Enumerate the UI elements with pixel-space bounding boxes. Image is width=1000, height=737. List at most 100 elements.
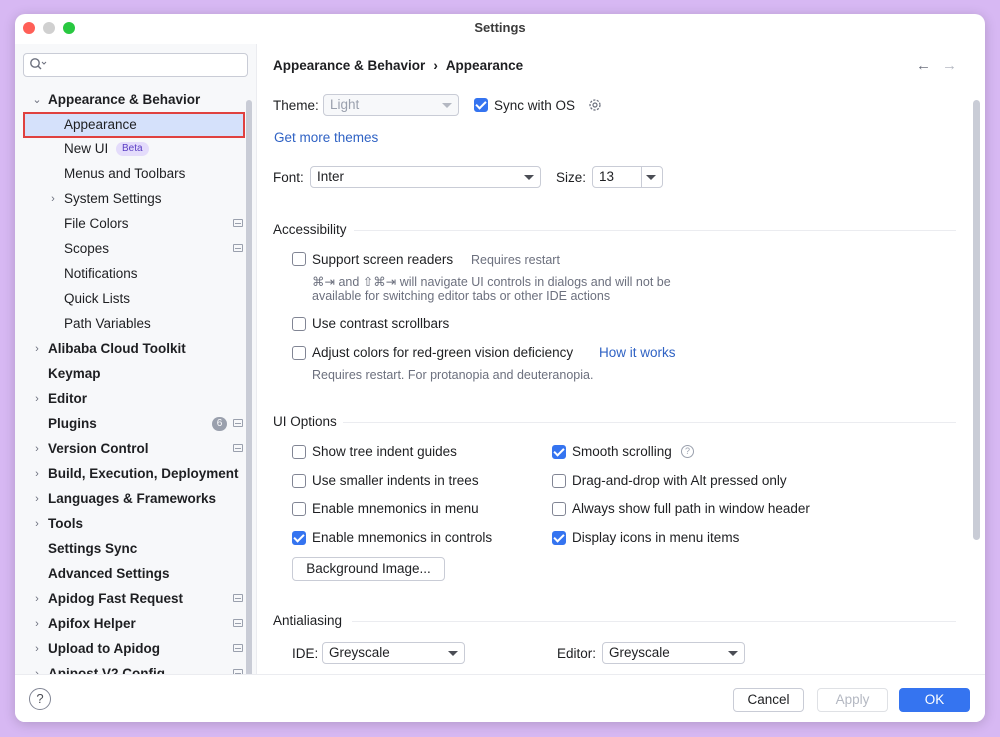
screen-readers-description: available for switching editor tabs or o… bbox=[312, 289, 611, 303]
tree-item-system-settings[interactable]: › System Settings bbox=[15, 187, 243, 211]
chevron-right-icon[interactable]: › bbox=[31, 487, 43, 511]
title-bar: Settings bbox=[15, 14, 985, 44]
tree-item-editor[interactable]: › Editor bbox=[15, 387, 243, 411]
breadcrumb: Appearance & Behavior › Appearance bbox=[273, 58, 523, 73]
chevron-right-icon[interactable]: › bbox=[31, 587, 43, 611]
tree-item-file-colors[interactable]: File Colors bbox=[15, 212, 243, 236]
theme-value: Light bbox=[330, 97, 360, 112]
tree-item-notifications[interactable]: Notifications bbox=[15, 262, 243, 286]
dialog-footer: ? Cancel Apply OK bbox=[15, 674, 985, 722]
tree-item-path-variables[interactable]: Path Variables bbox=[15, 312, 243, 336]
chevron-down-icon[interactable]: ⌄ bbox=[31, 88, 43, 112]
tree-item-languages-frameworks[interactable]: › Languages & Frameworks bbox=[15, 487, 243, 511]
chevron-right-icon[interactable]: › bbox=[31, 462, 43, 486]
chevron-right-icon[interactable]: › bbox=[31, 437, 43, 461]
tree-item-menus-toolbars[interactable]: Menus and Toolbars bbox=[15, 162, 243, 186]
mnemonics-controls-label: Enable mnemonics in controls bbox=[312, 530, 493, 545]
how-it-works-link[interactable]: How it works bbox=[599, 345, 676, 360]
chevron-right-icon[interactable]: › bbox=[31, 637, 43, 661]
theme-dropdown[interactable]: Light bbox=[323, 94, 459, 116]
screen-readers-checkbox[interactable] bbox=[292, 252, 306, 266]
settings-window: Settings ⌄ Appearance & Behavior Appeara… bbox=[15, 14, 985, 722]
color-deficiency-note: Requires restart. For protanopia and deu… bbox=[312, 368, 594, 382]
tree-item-new-ui[interactable]: New UI Beta bbox=[15, 137, 243, 161]
plugins-update-count: 6 bbox=[212, 417, 227, 431]
font-size-combo[interactable]: 13 bbox=[592, 166, 663, 188]
chevron-right-icon[interactable]: › bbox=[31, 387, 43, 411]
chevron-down-icon bbox=[524, 175, 534, 180]
full-path-header-label: Always show full path in window header bbox=[572, 501, 810, 516]
tree-indent-guides-checkbox[interactable] bbox=[292, 445, 306, 459]
chevron-down-icon[interactable] bbox=[646, 175, 656, 180]
sync-with-os-checkbox[interactable] bbox=[474, 98, 488, 112]
tree-item-quick-lists[interactable]: Quick Lists bbox=[15, 287, 243, 311]
accessibility-section-title: Accessibility bbox=[273, 222, 347, 237]
chevron-right-icon[interactable]: › bbox=[31, 612, 43, 636]
tree-item-version-control[interactable]: › Version Control bbox=[15, 437, 243, 461]
tree-item-advanced-settings[interactable]: Advanced Settings bbox=[15, 562, 243, 586]
search-input[interactable] bbox=[23, 53, 248, 77]
tree-item-apifox-helper[interactable]: › Apifox Helper bbox=[15, 612, 243, 636]
tree-item-keymap[interactable]: Keymap bbox=[15, 362, 243, 386]
mnemonics-menu-checkbox[interactable] bbox=[292, 502, 306, 516]
smaller-indents-label: Use smaller indents in trees bbox=[312, 473, 479, 488]
mnemonics-controls-checkbox[interactable] bbox=[292, 531, 306, 545]
theme-label: Theme: bbox=[273, 98, 319, 113]
help-button[interactable]: ? bbox=[29, 688, 51, 710]
apply-button[interactable]: Apply bbox=[817, 688, 888, 712]
cancel-button[interactable]: Cancel bbox=[733, 688, 804, 712]
chevron-down-icon bbox=[448, 651, 458, 656]
chevron-right-icon[interactable]: › bbox=[47, 187, 59, 211]
drag-drop-alt-checkbox[interactable] bbox=[552, 474, 566, 488]
tree-item-apidog-fast-request[interactable]: › Apidog Fast Request bbox=[15, 587, 243, 611]
forward-arrow-icon[interactable]: → bbox=[942, 57, 957, 74]
chevron-right-icon[interactable]: › bbox=[31, 337, 43, 361]
smooth-scrolling-label: Smooth scrolling bbox=[572, 444, 672, 459]
tree-item-tools[interactable]: › Tools bbox=[15, 512, 243, 536]
display-icons-checkbox[interactable] bbox=[552, 531, 566, 545]
font-value: Inter bbox=[317, 169, 345, 184]
editor-antialiasing-label: Editor: bbox=[557, 646, 597, 661]
tree-item-plugins[interactable]: Plugins 6 bbox=[15, 412, 243, 436]
full-path-header-checkbox[interactable] bbox=[552, 502, 566, 516]
project-scope-icon bbox=[233, 219, 243, 227]
back-arrow-icon[interactable]: ← bbox=[916, 57, 931, 74]
tree-item-scopes[interactable]: Scopes bbox=[15, 237, 243, 261]
project-scope-icon bbox=[233, 244, 243, 252]
window-title: Settings bbox=[474, 20, 526, 35]
screen-readers-label: Support screen readers bbox=[312, 252, 454, 267]
tree-item-appearance[interactable]: Appearance bbox=[23, 112, 245, 138]
project-scope-icon bbox=[233, 594, 243, 602]
color-deficiency-checkbox[interactable] bbox=[292, 346, 306, 360]
chevron-right-icon[interactable]: › bbox=[31, 512, 43, 536]
tree-item-build-execution[interactable]: › Build, Execution, Deployment bbox=[15, 462, 243, 486]
tree-item-alibaba-cloud-toolkit[interactable]: › Alibaba Cloud Toolkit bbox=[15, 337, 243, 361]
project-scope-icon bbox=[233, 444, 243, 452]
gear-icon[interactable] bbox=[587, 97, 603, 113]
ide-antialiasing-value: Greyscale bbox=[329, 645, 390, 660]
editor-antialiasing-value: Greyscale bbox=[609, 645, 670, 660]
ide-antialiasing-label: IDE: bbox=[292, 646, 319, 661]
get-more-themes-link[interactable]: Get more themes bbox=[274, 130, 378, 145]
display-icons-label: Display icons in menu items bbox=[572, 530, 740, 545]
project-scope-icon bbox=[233, 619, 243, 627]
content-scrollbar[interactable] bbox=[973, 100, 980, 540]
font-size-value: 13 bbox=[599, 169, 615, 184]
smooth-scrolling-checkbox[interactable] bbox=[552, 445, 566, 459]
contrast-scrollbars-checkbox[interactable] bbox=[292, 317, 306, 331]
screen-readers-description: ⌘⇥ and ⇧⌘⇥ will navigate UI controls in … bbox=[312, 275, 671, 289]
ok-button[interactable]: OK bbox=[899, 688, 970, 712]
background-image-button[interactable]: Background Image... bbox=[292, 557, 445, 581]
tree-item-settings-sync[interactable]: Settings Sync bbox=[15, 537, 243, 561]
sidebar-scrollbar[interactable] bbox=[246, 100, 252, 685]
font-dropdown[interactable]: Inter bbox=[310, 166, 541, 188]
tree-item-appearance-behavior[interactable]: ⌄ Appearance & Behavior bbox=[15, 88, 243, 112]
breadcrumb-separator: › bbox=[433, 58, 438, 73]
editor-antialiasing-dropdown[interactable]: Greyscale bbox=[602, 642, 745, 664]
help-icon[interactable]: ? bbox=[681, 445, 694, 458]
smaller-indents-checkbox[interactable] bbox=[292, 474, 306, 488]
ide-antialiasing-dropdown[interactable]: Greyscale bbox=[322, 642, 465, 664]
project-scope-icon bbox=[233, 644, 243, 652]
breadcrumb-parent[interactable]: Appearance & Behavior bbox=[273, 58, 425, 73]
tree-item-upload-to-apidog[interactable]: › Upload to Apidog bbox=[15, 637, 243, 661]
